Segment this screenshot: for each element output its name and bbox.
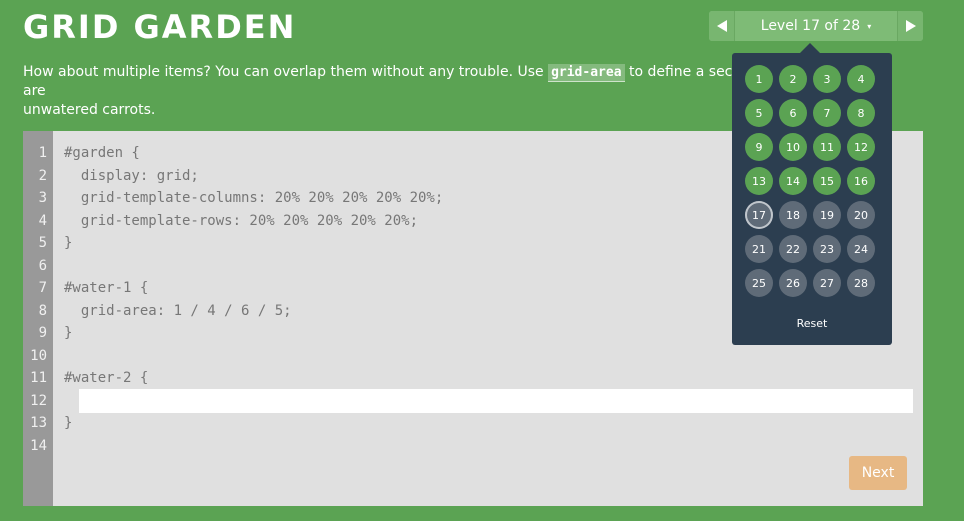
level-button-15[interactable]: 15 [813, 167, 841, 195]
code-line: #water-2 { [64, 370, 149, 386]
line-number: 7 [38, 280, 47, 296]
line-number: 9 [38, 325, 47, 341]
app-title: GRID GARDEN [23, 8, 297, 46]
next-level-button[interactable] [897, 11, 923, 41]
level-button-3[interactable]: 3 [813, 65, 841, 93]
level-button-12[interactable]: 12 [847, 133, 875, 161]
line-number: 4 [38, 212, 47, 229]
line-number: 14 [30, 437, 47, 454]
level-button-18[interactable]: 18 [779, 201, 807, 229]
level-button-16[interactable]: 16 [847, 167, 875, 195]
caret-down-icon: ▾ [867, 21, 872, 31]
level-button-28[interactable]: 28 [847, 269, 875, 297]
previous-level-button[interactable] [709, 11, 735, 41]
level-button-27[interactable]: 27 [813, 269, 841, 297]
level-button-1[interactable]: 1 [745, 65, 773, 93]
level-button-17[interactable]: 17 [745, 201, 773, 229]
level-button-26[interactable]: 26 [779, 269, 807, 297]
instructions: How about multiple items? You can overla… [23, 63, 763, 120]
level-button-13[interactable]: 13 [745, 167, 773, 195]
code-line: } [64, 415, 73, 431]
instructions-text-before: How about multiple items? You can overla… [23, 64, 549, 80]
level-button-8[interactable]: 8 [847, 99, 875, 127]
triangle-left-icon [716, 20, 727, 32]
level-button-10[interactable]: 10 [779, 133, 807, 161]
level-indicator-label: Level 17 of 28 [760, 18, 861, 34]
level-button-14[interactable]: 14 [779, 167, 807, 195]
line-number: 12 [30, 392, 47, 409]
level-indicator-dropdown[interactable]: Level 17 of 28 ▾ [735, 11, 897, 41]
line-number: 3 [38, 190, 47, 206]
instructions-code: grid-area [548, 64, 625, 82]
line-number: 2 [38, 167, 47, 184]
triangle-right-icon [905, 20, 916, 32]
level-button-6[interactable]: 6 [779, 99, 807, 127]
instructions-text-line2: unwatered carrots. [23, 102, 156, 118]
level-button-11[interactable]: 11 [813, 133, 841, 161]
line-number: 1 [38, 145, 47, 161]
level-grid: 1 2 3 4 5 6 7 8 9 10 11 12 13 14 15 16 17 18 19 20 21 22 23 24 2… [745, 65, 892, 297]
next-button[interactable]: Next [849, 456, 907, 490]
level-navigation: Level 17 of 28 ▾ [709, 11, 923, 41]
line-number: 8 [38, 302, 47, 319]
line-number: 10 [30, 347, 47, 364]
level-button-7[interactable]: 7 [813, 99, 841, 127]
line-number: 5 [38, 235, 47, 251]
line-number: 6 [38, 257, 47, 274]
reset-button[interactable]: Reset [732, 317, 892, 330]
level-button-9[interactable]: 9 [745, 133, 773, 161]
css-answer-input[interactable] [79, 389, 913, 413]
level-button-20[interactable]: 20 [847, 201, 875, 229]
line-number-gutter: 1 2 3 4 5 6 7 8 9 10 11 12 13 14 [23, 131, 53, 506]
level-button-21[interactable]: 21 [745, 235, 773, 263]
line-number: 13 [30, 415, 47, 431]
level-selector-popup: 1 2 3 4 5 6 7 8 9 10 11 12 13 14 15 16 17 18 19 20 21 22 23 24 2… [732, 43, 892, 345]
level-button-5[interactable]: 5 [745, 99, 773, 127]
level-button-22[interactable]: 22 [779, 235, 807, 263]
line-number: 11 [30, 370, 47, 386]
level-button-24[interactable]: 24 [847, 235, 875, 263]
level-button-2[interactable]: 2 [779, 65, 807, 93]
level-button-23[interactable]: 23 [813, 235, 841, 263]
level-button-25[interactable]: 25 [745, 269, 773, 297]
level-button-19[interactable]: 19 [813, 201, 841, 229]
level-button-4[interactable]: 4 [847, 65, 875, 93]
